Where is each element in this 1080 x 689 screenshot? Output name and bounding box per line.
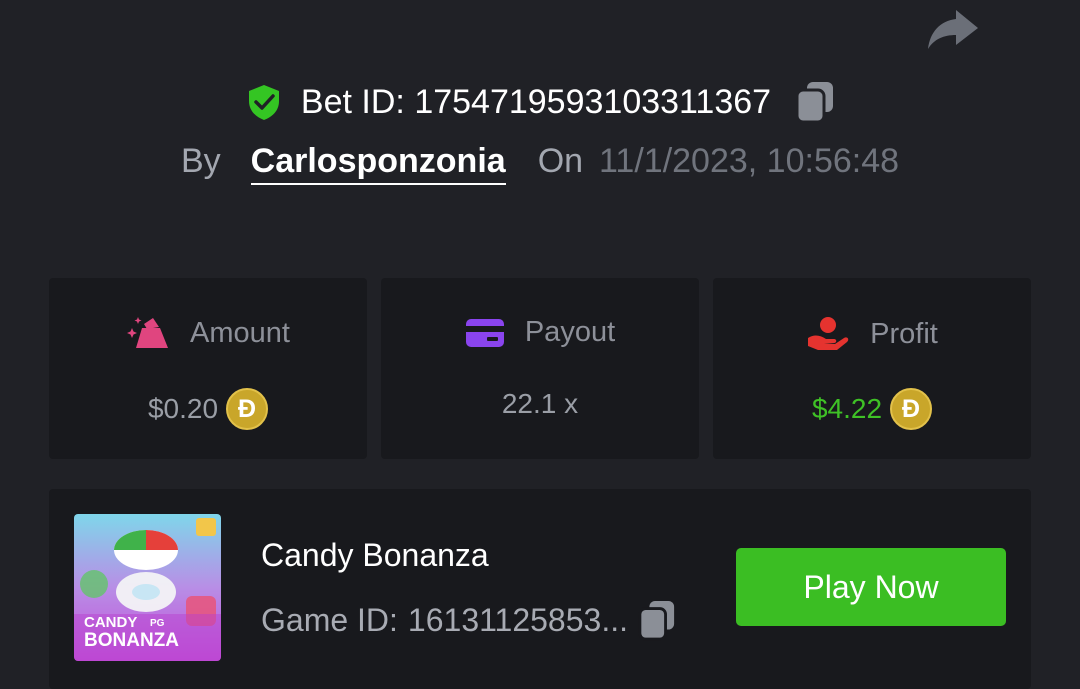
bet-byline: By Carlosponzonia On 11/1/2023, 10:56:48 (0, 142, 1080, 185)
bet-id-value: 1754719593103311367 (414, 82, 772, 121)
profit-value: $4.22 (811, 393, 883, 424)
dogecoin-icon: Đ (226, 388, 269, 430)
share-arrow-icon[interactable] (926, 4, 980, 52)
thumb-badge: PG (150, 618, 165, 629)
username-link[interactable]: Carlosponzonia (250, 142, 506, 185)
gem-amount-icon (127, 317, 169, 348)
game-thumbnail[interactable]: CANDY PG BONANZA (74, 514, 221, 661)
play-now-button[interactable]: Play Now (736, 548, 1006, 626)
profit-card: Profit $4.22 Đ (713, 278, 1031, 459)
game-name: Candy Bonanza (261, 537, 489, 573)
game-card: CANDY PG BONANZA Candy Bonanza Game ID: … (49, 489, 1031, 689)
payout-card: Payout 22.1 x (381, 278, 699, 459)
amount-label: Amount (190, 316, 290, 349)
credit-card-icon (465, 318, 504, 347)
shield-check-icon (248, 85, 279, 120)
dogecoin-icon: Đ (890, 388, 933, 430)
game-id-row: Game ID: 16131125853... (261, 599, 676, 641)
copy-icon[interactable] (795, 80, 835, 124)
bet-id-row: Bet ID: 1754719593103311367 (0, 80, 1080, 124)
copy-icon[interactable] (638, 599, 676, 641)
amount-card: Amount $0.20 Đ (49, 278, 367, 459)
bet-id-label: Bet ID: (300, 82, 405, 121)
game-id-label: Game ID: (261, 601, 398, 638)
bet-timestamp: 11/1/2023, 10:56:48 (599, 142, 900, 180)
game-id-value: 16131125853... (407, 601, 628, 638)
by-label: By (180, 142, 221, 180)
amount-value: $0.20 (147, 393, 219, 424)
payout-label: Payout (524, 316, 616, 348)
payout-value: 22.1 x (501, 388, 579, 419)
thumb-title-line1: CANDY (84, 614, 137, 631)
on-label: On (537, 142, 584, 180)
profit-label: Profit (870, 317, 938, 350)
hand-coin-icon (808, 317, 849, 350)
thumb-title-line2: BONANZA (84, 630, 179, 651)
